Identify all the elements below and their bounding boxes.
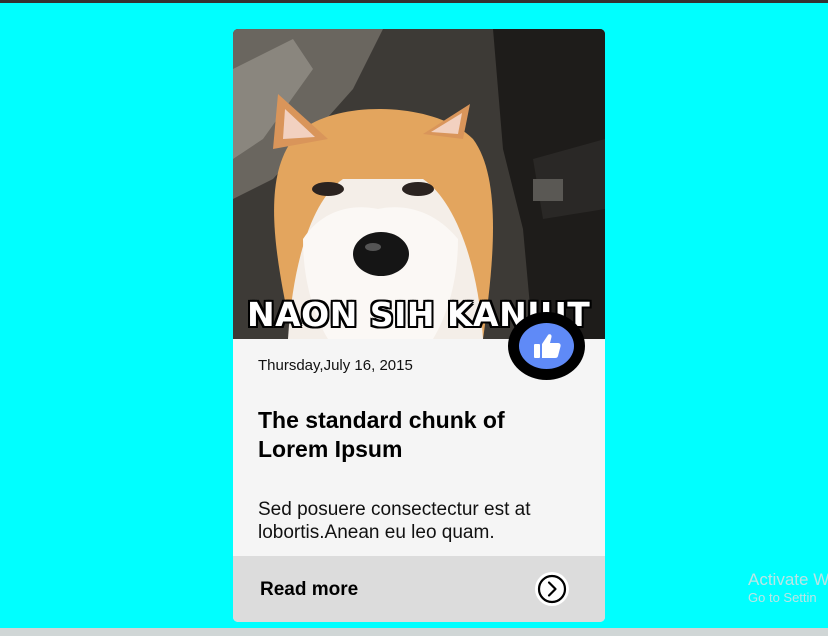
watermark-title: Activate W	[748, 570, 828, 589]
card-footer: Read more	[233, 556, 605, 622]
activation-watermark: Activate W Go to Settin	[748, 570, 828, 606]
read-more-link[interactable]: Read more	[260, 579, 358, 601]
card-photo: NAON SIH KANJUT	[233, 29, 605, 339]
post-date: Thursday,July 16, 2015	[258, 357, 413, 374]
bottom-strip	[0, 628, 828, 636]
dog-photo-illustration	[233, 29, 605, 339]
post-excerpt: Sed posuere consectectur est at lobortis…	[258, 499, 531, 543]
post-title: The standard chunk of Lorem Ipsum	[258, 407, 505, 462]
window-top-border	[0, 0, 828, 3]
like-button[interactable]	[508, 312, 585, 380]
thumbs-up-icon	[533, 334, 561, 358]
watermark-subtitle: Go to Settin	[748, 590, 817, 605]
read-more-arrow-button[interactable]	[535, 572, 569, 606]
blog-card: NAON SIH KANJUT Thursday,July 16, 2015 T…	[233, 29, 605, 622]
chevron-right-circle-icon	[537, 574, 567, 604]
